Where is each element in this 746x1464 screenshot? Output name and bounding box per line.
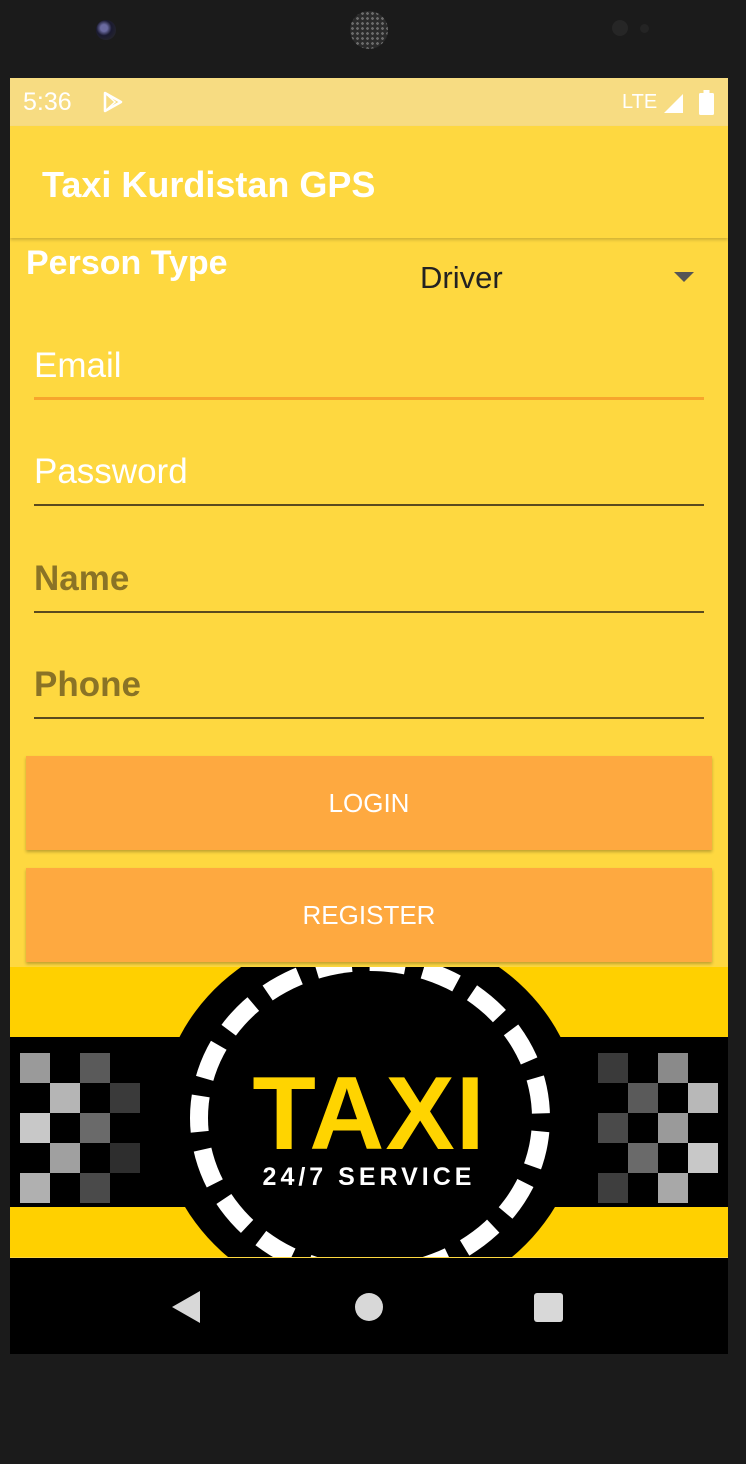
phone-field[interactable]: Phone	[34, 659, 704, 719]
email-placeholder: Email	[34, 346, 122, 385]
status-bar: 5:36 LTE	[10, 78, 728, 126]
register-button[interactable]: REGISTER	[26, 868, 712, 962]
app-title: Taxi Kurdistan GPS	[42, 164, 376, 205]
recents-icon[interactable]	[534, 1293, 563, 1322]
front-camera	[96, 20, 116, 40]
name-field[interactable]: Name	[34, 553, 704, 613]
dropdown-arrow-icon	[674, 272, 694, 282]
person-type-value: Driver	[420, 260, 503, 295]
password-placeholder: Password	[34, 452, 188, 491]
person-type-dropdown[interactable]: Driver	[410, 250, 710, 306]
navigation-bar	[10, 1258, 728, 1354]
email-underline	[34, 397, 704, 400]
login-button[interactable]: LOGIN	[26, 756, 712, 850]
status-time: 5:36	[23, 88, 72, 116]
light-sensor	[640, 24, 649, 33]
person-type-label: Person Type	[26, 244, 228, 282]
earpiece-speaker	[350, 11, 388, 49]
battery-icon	[699, 90, 714, 115]
name-placeholder: Name	[34, 559, 130, 598]
proximity-sensor	[612, 20, 628, 36]
phone-underline	[34, 717, 704, 719]
banner-service-text: 24/7 SERVICE	[262, 1163, 476, 1191]
play-store-icon	[103, 91, 123, 113]
name-underline	[34, 611, 704, 613]
network-type: LTE	[622, 91, 658, 113]
taxi-banner-image: TAXI 24/7 SERVICE	[10, 967, 728, 1257]
phone-placeholder: Phone	[34, 665, 141, 704]
home-icon[interactable]	[355, 1293, 383, 1321]
app-screen: 5:36 LTE Taxi Kurdistan GPS Person Type …	[10, 78, 728, 1354]
back-icon[interactable]	[172, 1291, 200, 1323]
email-field[interactable]: Email	[34, 340, 704, 400]
signal-icon	[664, 94, 683, 113]
password-underline	[34, 504, 704, 506]
password-field[interactable]: Password	[34, 446, 704, 506]
app-bar: Taxi Kurdistan GPS	[10, 126, 728, 238]
banner-taxi-text: TAXI	[252, 1056, 486, 1172]
